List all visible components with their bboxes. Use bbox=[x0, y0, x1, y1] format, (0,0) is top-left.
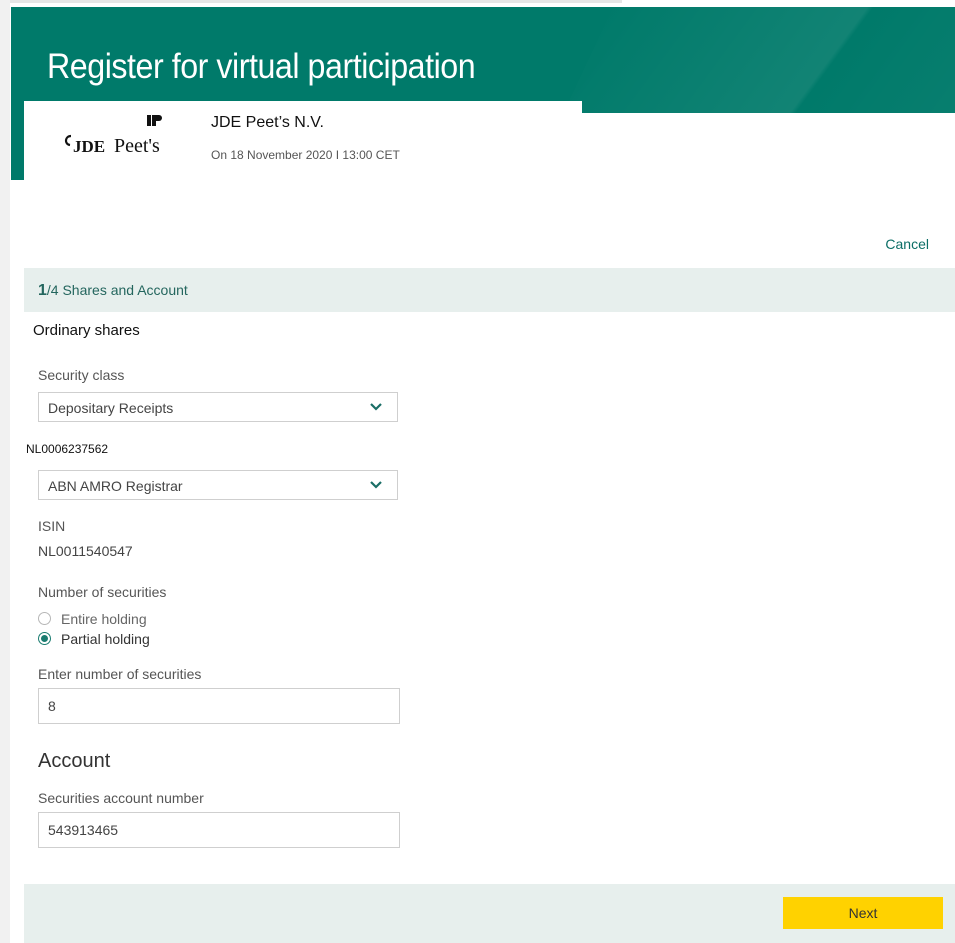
account-number-label: Securities account number bbox=[38, 790, 204, 806]
security-class-value: Depositary Receipts bbox=[48, 400, 174, 416]
registrar-select[interactable]: ABN AMRO Registrar bbox=[38, 470, 398, 500]
step-current: 1 bbox=[38, 282, 47, 299]
radio-label-partial-holding: Partial holding bbox=[61, 631, 150, 647]
number-of-securities-input[interactable] bbox=[38, 688, 400, 724]
radio-button[interactable] bbox=[38, 612, 51, 625]
svg-text:Peet's: Peet's bbox=[114, 135, 160, 157]
svg-text:JDE: JDE bbox=[73, 137, 105, 156]
chevron-down-icon bbox=[370, 481, 382, 489]
security-code-text: NL0006237562 bbox=[26, 442, 109, 456]
jde-peets-logo: JDE Peet's bbox=[64, 115, 162, 157]
isin-value: NL0011540547 bbox=[38, 543, 133, 559]
next-button[interactable]: Next bbox=[783, 897, 943, 929]
registrar-value: ABN AMRO Registrar bbox=[48, 478, 183, 494]
account-number-input[interactable] bbox=[38, 812, 400, 848]
number-of-securities-label: Number of securities bbox=[38, 584, 167, 600]
security-class-label: Security class bbox=[38, 367, 125, 383]
step-bar: 1/4 Shares and Account bbox=[24, 268, 955, 312]
cancel-link[interactable]: Cancel bbox=[885, 236, 929, 252]
isin-label: ISIN bbox=[38, 518, 66, 534]
chevron-down-icon bbox=[370, 403, 382, 411]
ordinary-shares-heading: Ordinary shares bbox=[33, 322, 140, 339]
radio-label-entire-holding: Entire holding bbox=[61, 611, 147, 627]
meeting-date: On 18 November 2020 I 13:00 CET bbox=[211, 148, 400, 162]
enter-number-label: Enter number of securities bbox=[38, 666, 202, 682]
page-title: Register for virtual participation bbox=[47, 47, 476, 86]
radio-button-selected[interactable] bbox=[38, 632, 51, 645]
top-edge-line bbox=[0, 0, 622, 3]
step-label: /4 Shares and Account bbox=[46, 282, 188, 298]
account-heading: Account bbox=[38, 750, 111, 772]
left-edge-strip bbox=[0, 0, 10, 943]
step-indicator: 1/4 Shares and Account bbox=[38, 282, 188, 300]
company-name: JDE Peet’s N.V. bbox=[211, 114, 324, 131]
security-class-select[interactable]: Depositary Receipts bbox=[38, 392, 398, 422]
